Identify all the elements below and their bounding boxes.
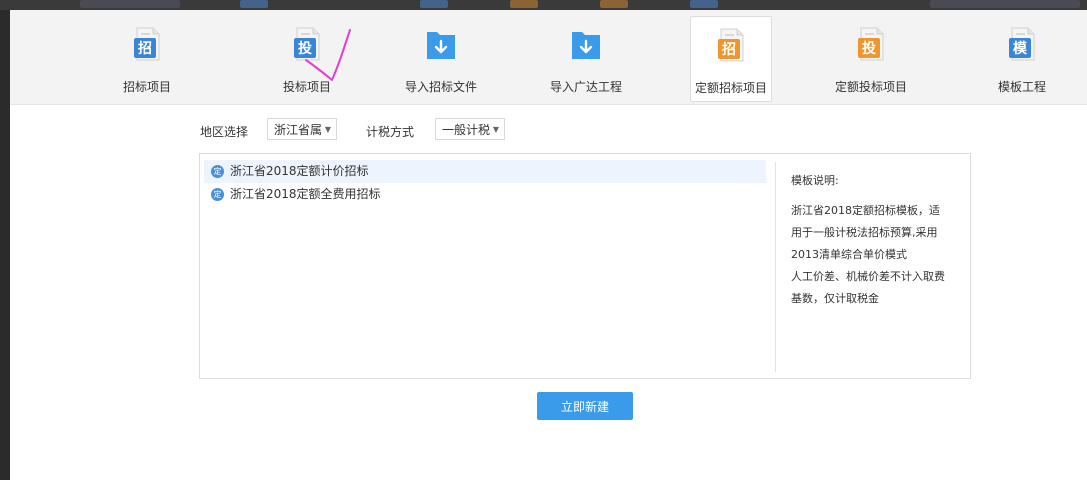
- chevron-down-icon: ▼: [324, 125, 331, 134]
- template-document-icon: 模: [1009, 27, 1035, 61]
- description-line: 2013清单综合单价模式: [791, 248, 907, 261]
- create-now-button[interactable]: 立即新建: [537, 392, 633, 420]
- tool-import-bid-file[interactable]: 导入招标文件: [401, 16, 481, 100]
- panel-divider: [775, 162, 776, 372]
- tool-template-project[interactable]: 模 模板工程: [982, 16, 1062, 100]
- description-line: 浙江省2018定额招标模板，适: [791, 204, 940, 217]
- svg-text:招: 招: [722, 41, 736, 58]
- ghost-icon: [420, 0, 448, 8]
- svg-text:模: 模: [1013, 40, 1028, 57]
- ghost-icon: [510, 0, 538, 8]
- background-window-strip: [0, 0, 1087, 10]
- import-folder-icon: [427, 32, 455, 59]
- description-title: 模板说明:: [791, 174, 839, 187]
- tool-label: 导入招标文件: [404, 80, 477, 94]
- new-project-window: 招 招标项目 投 投标项目 导入招标文件 导入广达工程 招 定额招标项目 投 定…: [10, 10, 1087, 480]
- tou-document-icon: 投: [294, 27, 320, 61]
- ghost-icon: [690, 0, 718, 8]
- tool-label: 导入广达工程: [549, 80, 622, 94]
- ghost-tab: [930, 0, 1080, 8]
- svg-text:招: 招: [138, 40, 152, 57]
- ghost-icon: [240, 0, 268, 8]
- region-label: 地区选择: [200, 125, 249, 139]
- tax-method-label: 计税方式: [366, 125, 415, 139]
- tool-label: 投标项目: [282, 80, 331, 94]
- template-item-label: 浙江省2018定额全费用招标: [230, 187, 381, 201]
- ghost-icon: [600, 0, 628, 8]
- template-description: 模板说明: 浙江省2018定额招标模板，适 用于一般计税法招标预算,采用 201…: [791, 170, 956, 310]
- tou-quota-document-icon: 投: [858, 27, 884, 61]
- svg-text:投: 投: [862, 41, 876, 57]
- tool-label: 定额招标项目: [694, 81, 767, 95]
- description-line: 人工价差、机械价差不计入取费: [791, 270, 945, 283]
- description-line: 基数，仅计取税金: [791, 292, 879, 305]
- tool-zhaobiao-project[interactable]: 招 招标项目: [107, 16, 187, 100]
- template-panel: 定浙江省2018定额计价招标定浙江省2018定额全费用招标 模板说明: 浙江省2…: [199, 153, 971, 379]
- region-select[interactable]: 浙江省属 ▼: [267, 118, 337, 140]
- region-select-value: 浙江省属: [274, 123, 323, 137]
- tool-label: 定额投标项目: [834, 80, 907, 94]
- zhao-document-icon: 招: [134, 27, 160, 61]
- template-list: 定浙江省2018定额计价招标定浙江省2018定额全费用招标: [204, 160, 766, 206]
- svg-text:投: 投: [298, 41, 312, 57]
- zhao-quota-document-icon: 招: [718, 28, 744, 62]
- tool-quota-toubiao-project[interactable]: 投 定额投标项目: [831, 16, 911, 100]
- tax-method-select[interactable]: 一般计税 ▼: [435, 118, 505, 140]
- quota-badge-icon: 定: [211, 165, 224, 178]
- tool-label: 招标项目: [122, 80, 171, 94]
- tool-label: 模板工程: [997, 80, 1046, 94]
- template-item-label: 浙江省2018定额计价招标: [230, 164, 369, 178]
- project-type-toolbar: 招 招标项目 投 投标项目 导入招标文件 导入广达工程 招 定额招标项目 投 定…: [10, 10, 1087, 105]
- import-folder-icon: [572, 32, 600, 59]
- tax-method-select-value: 一般计税: [442, 123, 491, 137]
- ghost-tab: [80, 0, 180, 8]
- tool-toubiao-project[interactable]: 投 投标项目: [267, 16, 347, 100]
- template-list-item[interactable]: 定浙江省2018定额计价招标: [204, 160, 766, 183]
- tool-quota-zhaobiao-project[interactable]: 招 定额招标项目: [690, 16, 772, 102]
- tool-import-guangda-project[interactable]: 导入广达工程: [546, 16, 626, 100]
- chevron-down-icon: ▼: [492, 125, 499, 134]
- description-line: 用于一般计税法招标预算,采用: [791, 226, 938, 239]
- quota-badge-icon: 定: [211, 188, 224, 201]
- template-list-item[interactable]: 定浙江省2018定额全费用招标: [204, 183, 766, 206]
